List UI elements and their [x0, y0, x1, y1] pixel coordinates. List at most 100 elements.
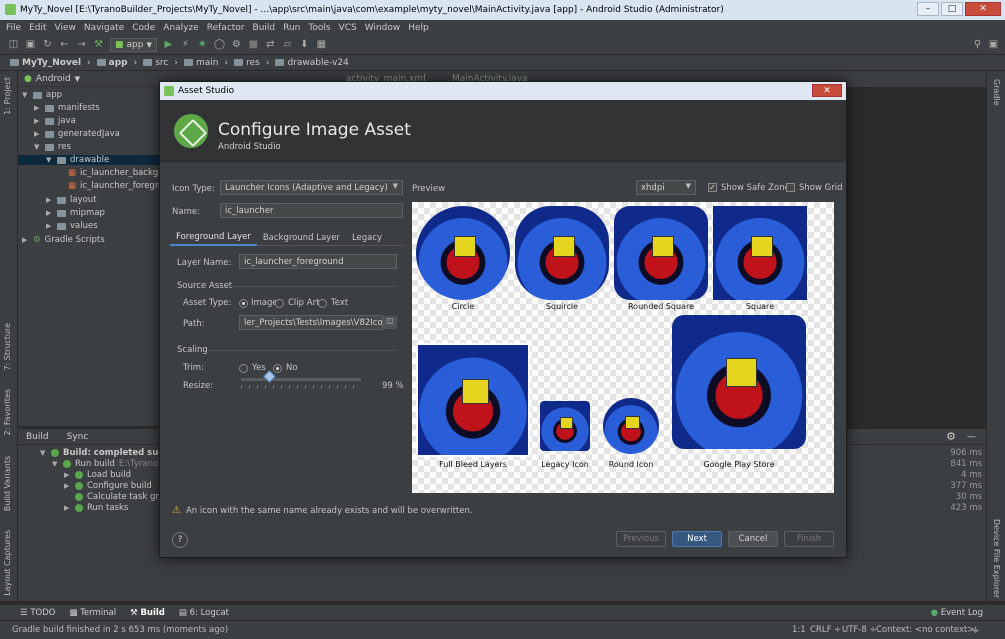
previous-button[interactable]: Previous [616, 531, 666, 547]
tree-item-ic-launcher-background[interactable]: ▦ ic_launcher_backgrou [68, 168, 172, 178]
trim-yes-radio[interactable] [239, 364, 248, 373]
breadcrumb-res[interactable]: res [234, 58, 260, 68]
run-config-select[interactable]: ■ app ▼ [110, 37, 157, 52]
event-log-tab[interactable]: ● Event Log [931, 608, 983, 618]
back-arrow-icon[interactable]: ← [59, 39, 70, 50]
breadcrumb-main[interactable]: main [183, 58, 218, 68]
layout-captures-tool-tab[interactable]: Layout Captures [3, 530, 12, 596]
menu-build[interactable]: Build [253, 23, 276, 33]
make-hammer-icon[interactable]: ⚒ [93, 39, 104, 50]
build-tree-item[interactable]: ▶ Configure build [64, 481, 152, 491]
line-separator[interactable]: CRLF ÷ [810, 625, 841, 635]
lock-icon[interactable]: ⚶ [972, 625, 979, 635]
build-tab[interactable]: Build [22, 430, 53, 444]
trim-no-radio[interactable] [273, 364, 282, 373]
icon-type-select[interactable]: Launcher Icons (Adaptive and Legacy) ▼ [220, 180, 403, 195]
tree-item-mipmap[interactable]: ▶ mipmap [46, 208, 105, 218]
trim-yes-label[interactable]: Yes [252, 363, 266, 373]
name-input[interactable]: ic_launcher [220, 203, 403, 218]
tree-item-res[interactable]: ▼ res [34, 142, 71, 152]
dialog-close-button[interactable]: ✕ [812, 84, 842, 97]
sdk-manager-icon[interactable]: ⬇ [299, 39, 310, 50]
asset-type-image-label[interactable]: Image [251, 298, 278, 308]
menu-code[interactable]: Code [132, 23, 155, 33]
path-input[interactable]: ler_Projects\Tests\Images\V82Icon.png [239, 315, 383, 330]
terminal-tab[interactable]: ▩ Terminal [69, 608, 116, 618]
sync-tab[interactable]: Sync [67, 432, 89, 442]
minimize-button[interactable]: – [917, 2, 939, 16]
settings-gear-icon[interactable]: ⚙ [946, 430, 956, 443]
open-folder-icon[interactable]: ◫ [8, 39, 19, 50]
build-tree-item[interactable]: ▶ Run tasks [64, 503, 128, 513]
gradle-tool-tab[interactable]: Gradle [992, 79, 1001, 106]
project-tool-tab[interactable]: 1: Project [3, 77, 12, 115]
menu-run[interactable]: Run [283, 23, 300, 33]
tree-item-layout[interactable]: ▶ layout [46, 195, 97, 205]
show-safe-zone-label[interactable]: Show Safe Zone [721, 183, 790, 193]
help-button[interactable]: ? [172, 532, 188, 548]
menu-view[interactable]: View [55, 23, 76, 33]
file-encoding[interactable]: UTF-8 ÷ [842, 625, 877, 635]
favorites-tool-tab[interactable]: 2: Favorites [3, 389, 12, 435]
breadcrumb-drawable-v24[interactable]: drawable-v24 [275, 58, 349, 68]
apply-changes-icon[interactable]: ⚡ [180, 39, 191, 50]
menu-edit[interactable]: Edit [29, 23, 46, 33]
project-view-selector[interactable]: ● Android ▼ [18, 71, 160, 87]
context-info[interactable]: Context: <no context> [876, 625, 974, 635]
breadcrumb-project[interactable]: MyTy_Novel [10, 58, 81, 68]
menu-tools[interactable]: Tools [308, 23, 330, 33]
minimize-panel-icon[interactable]: — [967, 432, 976, 442]
layer-name-input[interactable]: ic_launcher_foreground [239, 254, 397, 269]
tree-item-generatedjava[interactable]: ▶ generatedJava [34, 129, 120, 139]
build-bottom-tab[interactable]: ⚒ Build [130, 608, 165, 618]
cancel-button[interactable]: Cancel [728, 531, 778, 547]
menu-file[interactable]: File [6, 23, 21, 33]
tree-item-java[interactable]: ▶ java [34, 116, 76, 126]
asset-type-clipart-radio[interactable] [275, 299, 284, 308]
trim-no-label[interactable]: No [286, 363, 298, 373]
density-select[interactable]: xhdpi ▼ [636, 180, 696, 195]
build-tree-item[interactable]: Calculate task grapl [75, 492, 172, 502]
project-structure-icon[interactable]: ▦ [316, 39, 327, 50]
tab-foreground-layer[interactable]: Foreground Layer [170, 229, 257, 246]
layout-icon[interactable]: ▣ [988, 39, 999, 50]
finish-button[interactable]: Finish [784, 531, 834, 547]
tree-item-gradle-scripts[interactable]: ▶ ⚙ Gradle Scripts [22, 235, 105, 245]
caret-position[interactable]: 1:1 [792, 625, 806, 635]
asset-type-text-label[interactable]: Text [331, 298, 348, 308]
save-icon[interactable]: ▣ [25, 39, 36, 50]
menu-analyze[interactable]: Analyze [163, 23, 198, 33]
asset-type-text-radio[interactable] [318, 299, 327, 308]
profile-icon[interactable]: ◯ [214, 39, 225, 50]
tree-item-app[interactable]: ▼ app [22, 90, 62, 100]
resize-slider-track[interactable] [241, 378, 361, 381]
build-variants-tool-tab[interactable]: Build Variants [3, 456, 12, 511]
asset-type-clipart-label[interactable]: Clip Art [288, 298, 319, 308]
breadcrumb-app[interactable]: app [96, 58, 128, 68]
tree-item-values[interactable]: ▶ values [46, 221, 98, 231]
asset-type-image-radio[interactable] [239, 299, 248, 308]
run-icon[interactable]: ▶ [163, 39, 174, 50]
tab-legacy[interactable]: Legacy [346, 229, 388, 246]
logcat-tab[interactable]: ▤ 6: Logcat [179, 608, 229, 618]
sync-icon[interactable]: ↻ [42, 39, 53, 50]
attach-debugger-icon[interactable]: ⚙ [231, 39, 242, 50]
todo-tab[interactable]: ☰ TODO [20, 608, 55, 618]
next-button[interactable]: Next [672, 531, 722, 547]
tree-item-manifests[interactable]: ▶ manifests [34, 103, 100, 113]
stop-icon[interactable]: ■ [248, 39, 259, 50]
build-tree-item[interactable]: ▶ Load build [64, 470, 131, 480]
show-safe-zone-checkbox[interactable]: ✓ [708, 183, 717, 192]
maximize-button[interactable]: □ [941, 2, 963, 16]
gradle-sync-icon[interactable]: ⇄ [265, 39, 276, 50]
device-file-explorer-tool-tab[interactable]: Device File Explorer [992, 519, 1001, 598]
menu-help[interactable]: Help [408, 23, 429, 33]
tree-item-ic-launcher-foreground[interactable]: ▦ ic_launcher_foregrour [68, 181, 172, 191]
breadcrumb-src[interactable]: src [143, 58, 168, 68]
tab-background-layer[interactable]: Background Layer [257, 229, 346, 246]
tree-item-drawable[interactable]: ▼ drawable [18, 155, 160, 165]
build-tree-item[interactable]: ▼ Run build E:\TyranoBu [52, 459, 169, 469]
show-grid-label[interactable]: Show Grid [799, 183, 842, 193]
close-window-button[interactable]: ✕ [965, 2, 1001, 16]
structure-tool-tab[interactable]: 7: Structure [3, 323, 12, 371]
